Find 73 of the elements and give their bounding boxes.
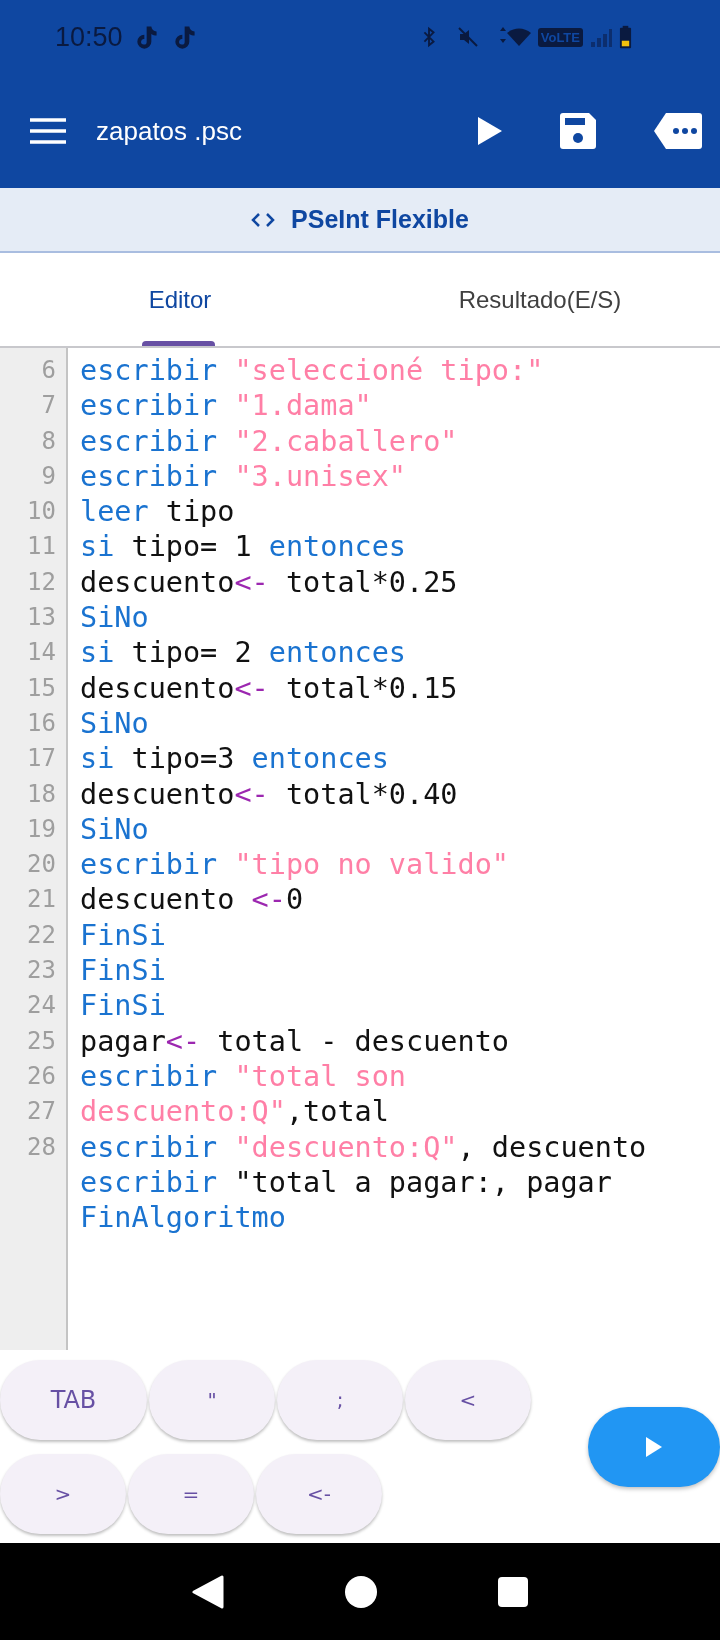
code-line: FinSi	[80, 988, 166, 1024]
symbol-key[interactable]: >	[0, 1453, 126, 1534]
line-number: 9	[40, 460, 57, 492]
line-number: 23	[26, 955, 57, 987]
code-line: descuento:Q",total	[80, 1094, 389, 1130]
code-line: descuento<- total*0.15	[80, 670, 458, 706]
line-number: 17	[26, 743, 57, 775]
line-number: 13	[26, 602, 57, 634]
line-number: 19	[26, 813, 57, 845]
code-line: FinSi	[80, 917, 166, 954]
code-line: SiNo	[80, 811, 149, 848]
save-icon[interactable]	[560, 113, 596, 149]
code-line: SiNo	[80, 705, 149, 742]
line-number: 21	[26, 884, 57, 916]
line-number: 12	[26, 566, 57, 598]
run-button[interactable]	[588, 1406, 720, 1487]
play-icon	[646, 1436, 662, 1457]
line-number: 10	[26, 496, 57, 528]
line-number: 24	[26, 990, 57, 1022]
line-number: 15	[26, 672, 57, 704]
symbol-key[interactable]: "	[149, 1359, 275, 1440]
line-number: 28	[26, 1131, 57, 1163]
back-icon[interactable]	[192, 1574, 224, 1609]
line-number: 11	[26, 531, 57, 563]
line-number: 27	[26, 1096, 57, 1128]
home-icon[interactable]	[344, 1574, 378, 1609]
code-line: SiNo	[80, 600, 149, 636]
code-line: escribir "total a pagar:, pagar	[80, 1164, 612, 1201]
line-number: 6	[40, 355, 57, 386]
play-icon[interactable]	[478, 117, 502, 145]
code-line: escribir "total son	[80, 1058, 407, 1095]
code-line: FinSi	[80, 953, 166, 989]
symbol-key[interactable]: =	[128, 1453, 254, 1534]
status-time: 10:50	[55, 21, 123, 53]
tab[interactable]: Editor	[0, 253, 360, 346]
code-icon	[251, 211, 276, 228]
line-number: 14	[26, 637, 57, 669]
symbol-key[interactable]: ;	[277, 1359, 403, 1440]
code-line: FinAlgoritmo	[80, 1200, 286, 1236]
line-number: 18	[26, 778, 57, 810]
code-line: descuento<- total*0.40	[80, 776, 458, 812]
code-line: escribir "2.caballero"	[80, 423, 458, 459]
battery-icon	[619, 24, 632, 50]
line-number: 20	[26, 849, 57, 881]
symbol-key[interactable]: <-	[256, 1453, 382, 1534]
code-line: si tipo= 2 entonces	[80, 635, 407, 671]
code-line: escribir "descuento:Q", descuento	[80, 1129, 647, 1165]
recents-icon[interactable]	[498, 1576, 528, 1607]
code-line: descuento <-0	[80, 882, 304, 918]
more-options-icon[interactable]	[654, 113, 702, 149]
line-number: 16	[26, 707, 57, 739]
symbol-key[interactable]: TAB	[0, 1359, 147, 1440]
line-number: 8	[40, 425, 57, 457]
symbol-key[interactable]: <	[405, 1359, 531, 1440]
line-number: 25	[26, 1025, 57, 1057]
code-line: pagar<- total - descuento	[80, 1023, 509, 1059]
code-line: escribir "3.unisex"	[80, 458, 407, 495]
network-badge: VoLTE	[537, 27, 583, 47]
mode-label: PSeInt Flexible	[291, 205, 469, 234]
code-line: escribir "seleccioné tipo:"	[80, 353, 544, 389]
code-line: descuento<- total*0.25	[80, 564, 458, 601]
code-line: leer tipo	[80, 494, 235, 530]
line-number: 7	[40, 390, 57, 422]
tab[interactable]: Resultado(E/S)	[360, 253, 720, 346]
menu-icon[interactable]	[30, 118, 66, 144]
file-title: zapatos .psc	[96, 115, 242, 147]
code-line: escribir "1.dama"	[80, 388, 372, 424]
code-line: si tipo= 1 entonces	[80, 529, 407, 565]
code-line: escribir "tipo no valido"	[80, 847, 509, 883]
code-line: si tipo=3 entonces	[80, 741, 389, 777]
line-number: 22	[26, 919, 57, 951]
mute-icon	[455, 25, 480, 49]
line-number: 26	[26, 1060, 57, 1092]
